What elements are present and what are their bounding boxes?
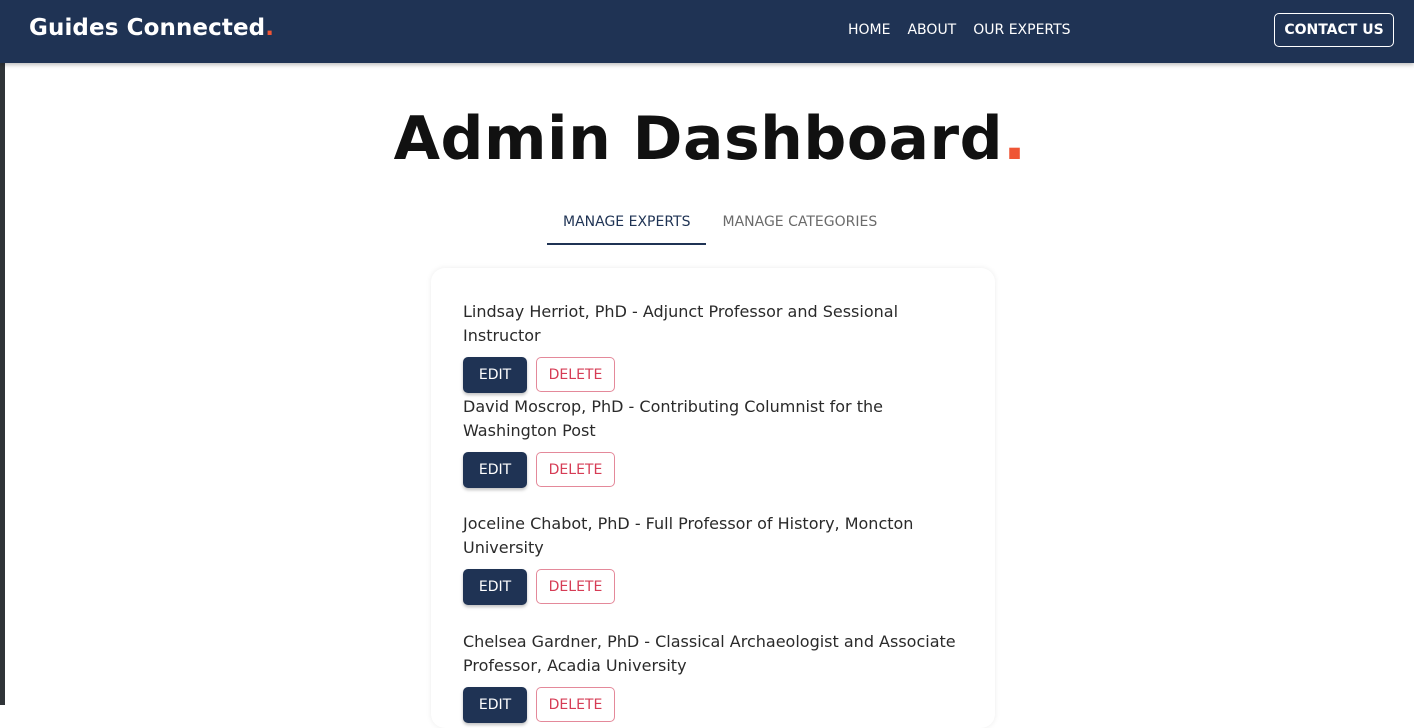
nav-links: HOME ABOUT OUR EXPERTS: [848, 22, 1088, 38]
nav-link-our-experts[interactable]: OUR EXPERTS: [973, 22, 1070, 38]
expert-actions: EDIT DELETE: [463, 357, 963, 393]
edit-button[interactable]: EDIT: [463, 357, 527, 393]
expert-name: Joceline Chabot, PhD - Full Professor of…: [463, 514, 914, 557]
list-item: Joceline Chabot, PhD - Full Professor of…: [463, 512, 963, 605]
expert-name: David Moscrop, PhD - Contributing Column…: [463, 397, 883, 440]
nav-link-about[interactable]: ABOUT: [907, 22, 956, 38]
edit-button[interactable]: EDIT: [463, 569, 527, 605]
expert-name: Chelsea Gardner, PhD - Classical Archaeo…: [463, 632, 956, 675]
brand-logo[interactable]: Guides Connected.: [29, 15, 274, 41]
delete-button[interactable]: DELETE: [536, 357, 615, 392]
expert-actions: EDIT DELETE: [463, 687, 963, 723]
list-item: Chelsea Gardner, PhD - Classical Archaeo…: [463, 630, 963, 723]
expert-name: Lindsay Herriot, PhD - Adjunct Professor…: [463, 302, 899, 345]
list-item: David Moscrop, PhD - Contributing Column…: [463, 395, 963, 488]
edit-button[interactable]: EDIT: [463, 687, 527, 723]
admin-tabs: MANAGE EXPERTS MANAGE CATEGORIES: [547, 200, 893, 245]
expert-actions: EDIT DELETE: [463, 569, 963, 605]
expert-actions: EDIT DELETE: [463, 452, 963, 488]
brand-text: Guides Connected: [29, 15, 266, 41]
edit-button[interactable]: EDIT: [463, 452, 527, 488]
navbar: Guides Connected. HOME ABOUT OUR EXPERTS…: [0, 0, 1414, 63]
list-item: Lindsay Herriot, PhD - Adjunct Professor…: [463, 300, 963, 393]
brand-dot: .: [265, 15, 275, 41]
page-title-dot: .: [1003, 104, 1027, 174]
page-title: Admin Dashboard.: [0, 104, 1414, 174]
page-title-text: Admin Dashboard: [393, 104, 1004, 174]
delete-button[interactable]: DELETE: [536, 569, 615, 604]
nav-link-home[interactable]: HOME: [848, 22, 890, 38]
delete-button[interactable]: DELETE: [536, 452, 615, 487]
tab-manage-experts[interactable]: MANAGE EXPERTS: [547, 200, 707, 245]
contact-us-button[interactable]: CONTACT US: [1274, 13, 1394, 47]
tab-manage-categories[interactable]: MANAGE CATEGORIES: [706, 200, 893, 245]
